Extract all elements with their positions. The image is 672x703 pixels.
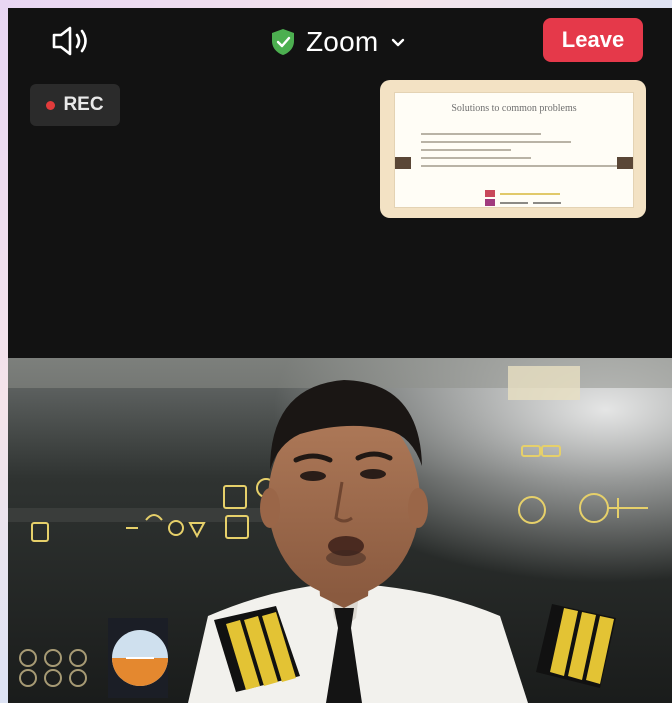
chevron-down-icon	[392, 38, 405, 47]
slide-bullet-line	[421, 133, 541, 135]
shared-slide: Solutions to common problems	[394, 92, 634, 208]
slide-title: Solutions to common problems	[451, 103, 577, 114]
slide-bullet-line	[421, 165, 617, 167]
meeting-top-bar: Zoom Leave	[8, 8, 672, 78]
attitude-indicator	[108, 618, 168, 698]
speaker-button[interactable]	[50, 24, 98, 58]
slide-bullet-list	[421, 133, 621, 173]
recording-label: REC	[63, 94, 104, 115]
flag-icon	[485, 190, 495, 197]
recording-indicator: REC	[30, 84, 120, 126]
recording-dot-icon	[46, 100, 56, 110]
slide-link-line	[500, 192, 560, 195]
meeting-window: Zoom Leave REC Solutions to common probl…	[8, 8, 672, 703]
leave-button[interactable]: Leave	[543, 18, 643, 62]
slide-bullet-line	[421, 149, 511, 151]
meeting-title: Zoom	[306, 26, 379, 57]
slide-bullet-line	[421, 141, 571, 143]
video-frame	[8, 358, 672, 703]
flag-icon	[485, 199, 495, 206]
meeting-title-dropdown[interactable]: Zoom	[270, 24, 406, 60]
slide-link-row	[485, 199, 561, 206]
slide-link-line	[533, 201, 561, 204]
speaker-icon	[52, 26, 87, 56]
slide-link-line	[500, 201, 528, 204]
slide-link-row	[485, 190, 560, 197]
shield-check-icon	[272, 29, 294, 55]
participant-video[interactable]	[8, 358, 672, 703]
slide-frame-tab-left	[395, 157, 411, 169]
slide-bullet-line	[421, 157, 531, 159]
shared-screen-thumbnail[interactable]: Solutions to common problems	[380, 80, 646, 218]
